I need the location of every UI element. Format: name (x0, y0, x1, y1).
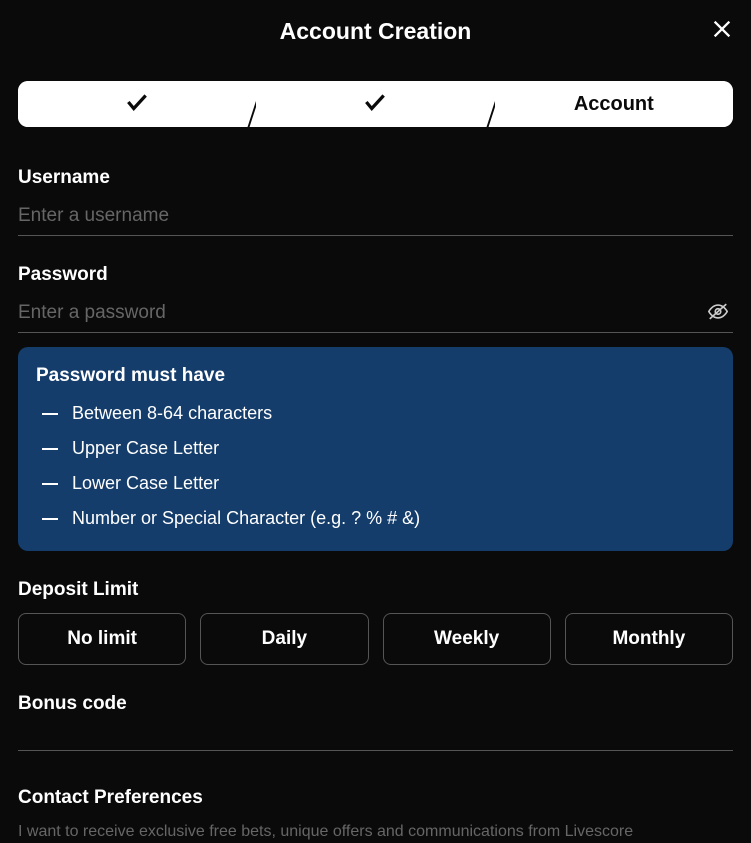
page-title: Account Creation (280, 18, 472, 45)
requirements-title: Password must have (36, 365, 715, 387)
toggle-password-visibility[interactable] (707, 301, 729, 328)
requirement-text: Between 8-64 characters (72, 403, 272, 424)
password-input[interactable] (18, 296, 733, 332)
deposit-limit-daily[interactable]: Daily (200, 613, 368, 665)
password-requirements: Password must have Between 8-64 characte… (18, 347, 733, 551)
step-1 (18, 81, 256, 127)
requirement-text: Number or Special Character (e.g. ? % # … (72, 508, 420, 529)
step-label: Account (574, 93, 654, 116)
close-button[interactable] (711, 18, 733, 45)
close-icon (711, 27, 733, 44)
requirement-item: Upper Case Letter (36, 438, 715, 459)
step-3-account: Account (495, 81, 733, 127)
step-2 (256, 81, 494, 127)
deposit-limit-monthly[interactable]: Monthly (565, 613, 733, 665)
bonus-code-label: Bonus code (18, 693, 733, 715)
password-label: Password (18, 264, 733, 286)
deposit-limit-weekly[interactable]: Weekly (383, 613, 551, 665)
requirement-item: Between 8-64 characters (36, 403, 715, 424)
requirement-text: Upper Case Letter (72, 438, 219, 459)
dash-icon (42, 518, 58, 520)
contact-preferences-text: I want to receive exclusive free bets, u… (18, 821, 733, 843)
requirement-item: Number or Special Character (e.g. ? % # … (36, 508, 715, 529)
username-input[interactable] (18, 199, 733, 235)
check-icon (362, 89, 388, 120)
username-label: Username (18, 167, 733, 189)
deposit-limit-no-limit[interactable]: No limit (18, 613, 186, 665)
deposit-limit-label: Deposit Limit (18, 579, 733, 601)
progress-stepper: Account (18, 81, 733, 127)
requirement-text: Lower Case Letter (72, 473, 219, 494)
check-icon (124, 89, 150, 120)
dash-icon (42, 448, 58, 450)
requirement-item: Lower Case Letter (36, 473, 715, 494)
eye-off-icon (707, 310, 729, 327)
contact-preferences-label: Contact Preferences (18, 787, 733, 809)
dash-icon (42, 413, 58, 415)
bonus-code-input[interactable] (18, 733, 733, 751)
dash-icon (42, 483, 58, 485)
